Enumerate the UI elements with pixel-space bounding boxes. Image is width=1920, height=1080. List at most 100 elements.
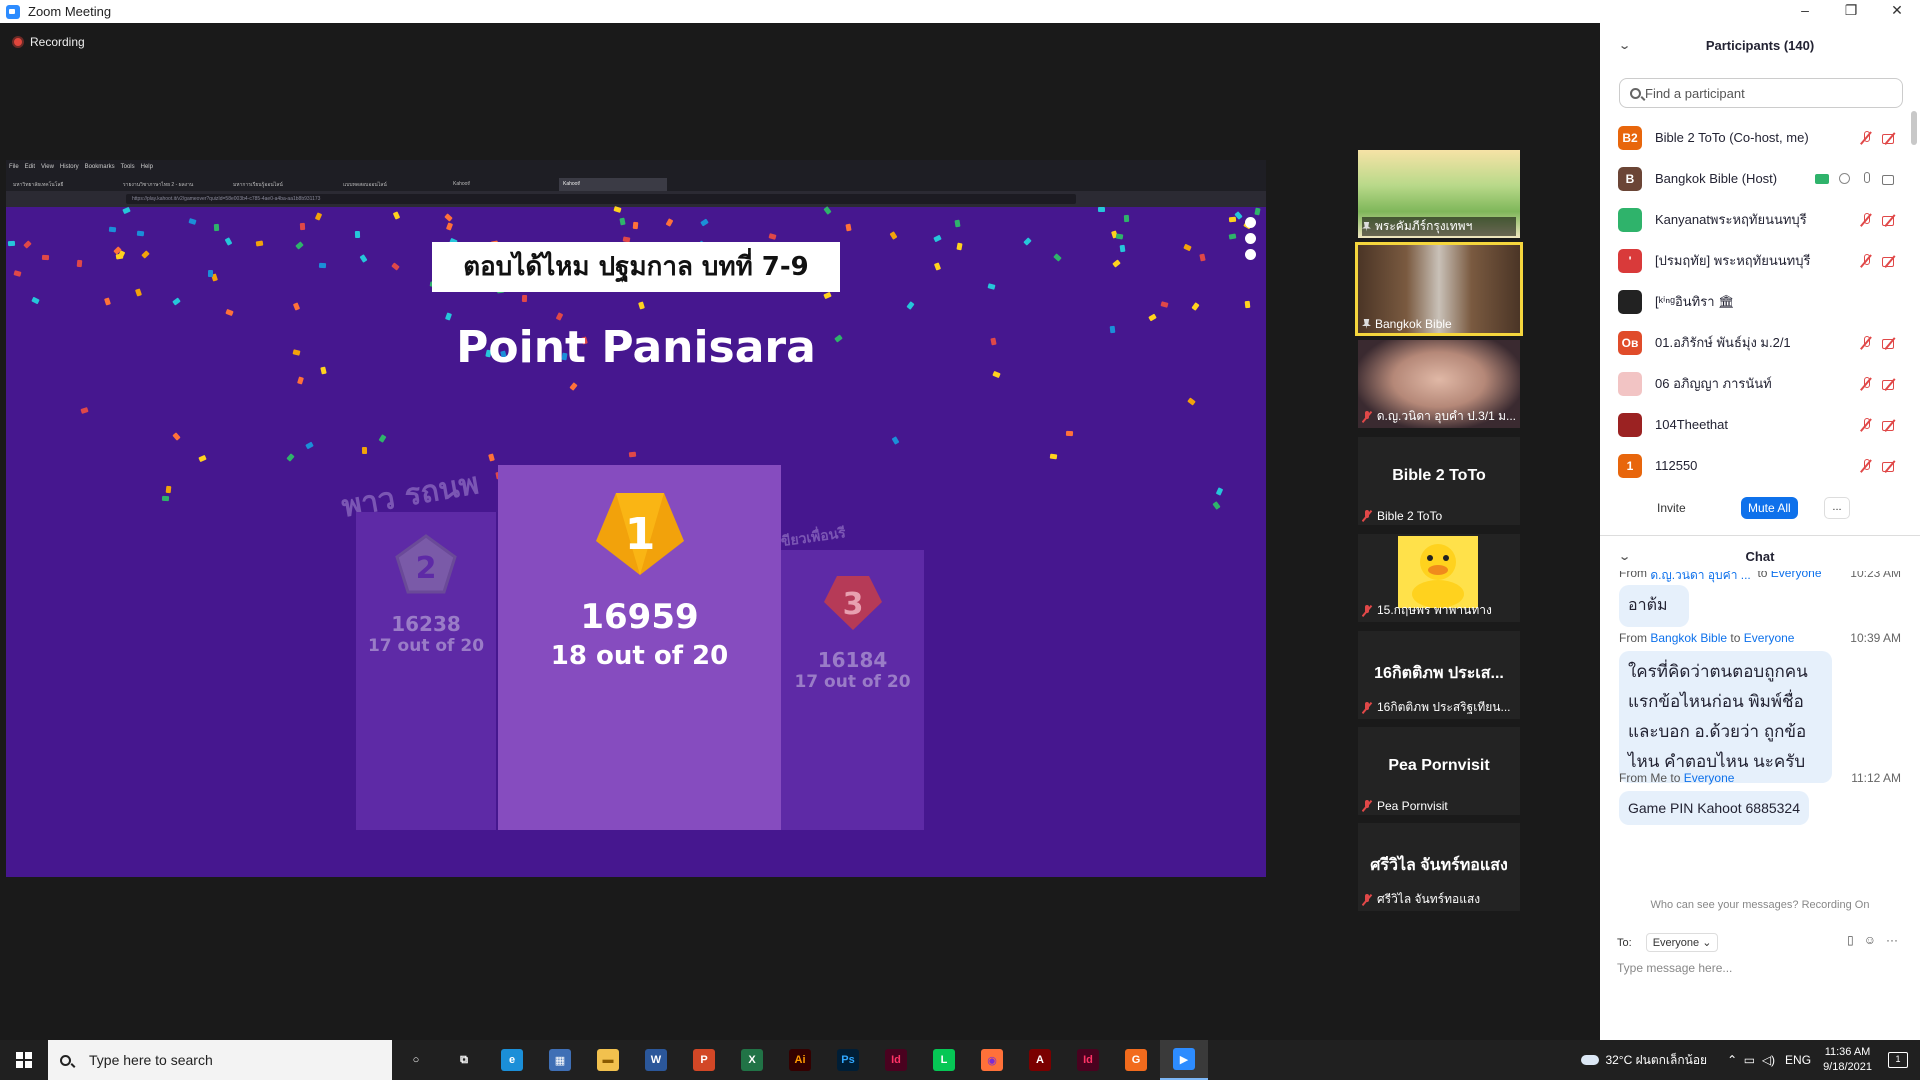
zoom-icon[interactable]: ▶ bbox=[1160, 1040, 1208, 1080]
firefox-icon[interactable]: ◉ bbox=[968, 1040, 1016, 1080]
file-explorer-icon[interactable]: ▬ bbox=[584, 1040, 632, 1080]
taskbar-search-input[interactable]: Type here to search bbox=[48, 1040, 392, 1080]
participant-row[interactable]: ' [ปรมฤทัย] พระหฤทัยนนทบุรี bbox=[1600, 240, 1920, 281]
photoshop-icon[interactable]: Ps bbox=[824, 1040, 872, 1080]
mic-muted-icon[interactable] bbox=[1860, 335, 1872, 350]
video-tile[interactable]: 16กิตติภพ ประเส... 16กิตติภพ ประสริฐเทีย… bbox=[1358, 631, 1520, 719]
network-icon[interactable]: ▭ bbox=[1744, 1053, 1755, 1067]
language-indicator[interactable]: ENG bbox=[1785, 1053, 1811, 1067]
participant-row[interactable]: 1 112550 bbox=[1600, 445, 1920, 486]
video-tile[interactable]: 15.กฤษพร พาพานทาง bbox=[1358, 534, 1520, 622]
confetti-piece bbox=[956, 242, 963, 251]
chat-recipient-value: Everyone bbox=[1652, 937, 1700, 949]
podium-3-correct: 17 out of 20 bbox=[794, 672, 911, 692]
indesign-icon[interactable]: Id bbox=[872, 1040, 920, 1080]
browser-menu-view: View bbox=[41, 164, 54, 170]
acrobat-icon-glyph: A bbox=[1029, 1049, 1051, 1071]
participant-row[interactable]: Ов 01.อภิรักษ์ พันธ์มุ่ง ม.2/1 bbox=[1600, 322, 1920, 363]
mic-icon[interactable] bbox=[1860, 171, 1872, 186]
video-icon[interactable] bbox=[1882, 173, 1898, 185]
participant-row[interactable]: [ᵏⁱⁿᵍอินทิรา 🏛 bbox=[1600, 281, 1920, 322]
cortana-icon[interactable]: ○ bbox=[392, 1040, 440, 1080]
chat-visibility-notice[interactable]: Who can see your messages? Recording On bbox=[1600, 899, 1920, 911]
confetti-piece bbox=[361, 446, 368, 455]
illustrator-icon[interactable]: Ai bbox=[776, 1040, 824, 1080]
mic-muted-icon[interactable] bbox=[1860, 458, 1872, 473]
confetti-piece bbox=[700, 218, 709, 227]
emoji-icon[interactable]: ☺ bbox=[1864, 933, 1876, 947]
participant-avatar bbox=[1618, 207, 1642, 232]
confetti-piece bbox=[359, 254, 368, 263]
excel-icon[interactable]: X bbox=[728, 1040, 776, 1080]
confetti-piece bbox=[1191, 302, 1200, 311]
mic-muted-icon[interactable] bbox=[1860, 212, 1872, 227]
participant-row[interactable]: 104Theethat bbox=[1600, 404, 1920, 445]
tray-overflow-icon[interactable]: ⌃ bbox=[1727, 1053, 1737, 1067]
confetti-piece bbox=[391, 262, 400, 271]
clock[interactable]: 11:36 AM 9/18/2021 bbox=[1823, 1045, 1872, 1075]
mic-muted-icon[interactable] bbox=[1860, 253, 1872, 268]
video-off-icon[interactable] bbox=[1882, 419, 1898, 431]
video-off-icon[interactable] bbox=[1882, 214, 1898, 226]
video-tile[interactable]: Bible 2 ToTo Bible 2 ToTo bbox=[1358, 437, 1520, 525]
chat-sender[interactable]: Bangkok Bible bbox=[1650, 631, 1727, 645]
line-icon[interactable]: L bbox=[920, 1040, 968, 1080]
chat-message-input[interactable]: Type message here... bbox=[1617, 961, 1732, 975]
weather-widget[interactable]: 32°C ฝนตกเล็กน้อย bbox=[1581, 1051, 1707, 1070]
confetti-piece bbox=[141, 250, 150, 259]
word-icon[interactable]: W bbox=[632, 1040, 680, 1080]
mic-muted-icon[interactable] bbox=[1860, 376, 1872, 391]
more-button[interactable]: ... bbox=[1824, 497, 1850, 519]
participant-avatar bbox=[1618, 412, 1642, 437]
participant-row[interactable]: 06 อภิญญา ภารนันท์ bbox=[1600, 363, 1920, 404]
mute-all-button[interactable]: Mute All bbox=[1741, 497, 1798, 519]
edge-icon[interactable]: e bbox=[488, 1040, 536, 1080]
restore-button[interactable]: ❐ bbox=[1828, 0, 1874, 23]
video-off-icon[interactable] bbox=[1882, 337, 1898, 349]
more-options-icon[interactable]: ··· bbox=[1886, 933, 1898, 947]
recording-indicator[interactable]: Recording bbox=[12, 35, 85, 49]
video-tile-active-speaker[interactable]: Bangkok Bible bbox=[1355, 242, 1523, 336]
podium-3-rank: 3 bbox=[842, 587, 863, 622]
chat-recipient: Everyone bbox=[1770, 571, 1822, 580]
shared-browser-menubar: File Edit View History Bookmarks Tools H… bbox=[6, 160, 1266, 174]
confetti-piece bbox=[1244, 300, 1251, 309]
chat-collapse-icon[interactable]: ⌄ bbox=[1618, 550, 1631, 563]
indesign-icon-2[interactable]: Id bbox=[1064, 1040, 1112, 1080]
video-off-icon[interactable] bbox=[1882, 460, 1898, 472]
participant-row[interactable]: B Bangkok Bible (Host) bbox=[1600, 158, 1920, 199]
participant-search-input[interactable]: Find a participant bbox=[1619, 78, 1903, 108]
participants-collapse-icon[interactable]: ⌄ bbox=[1618, 39, 1631, 52]
chat-recipient: Everyone bbox=[1683, 771, 1735, 785]
volume-icon[interactable]: ◁) bbox=[1762, 1053, 1775, 1067]
close-button[interactable]: ✕ bbox=[1874, 0, 1920, 23]
task-view-icon[interactable]: ⧉ bbox=[440, 1040, 488, 1080]
video-tile[interactable]: ด.ญ.วนิดา อุบคำ ป.3/1 ม... bbox=[1358, 340, 1520, 428]
invite-button[interactable]: Invite bbox=[1646, 497, 1697, 519]
video-off-icon[interactable] bbox=[1882, 378, 1898, 390]
start-button[interactable] bbox=[0, 1040, 48, 1080]
notification-icon[interactable]: 1 bbox=[1888, 1052, 1908, 1068]
confetti-piece bbox=[906, 301, 915, 310]
g-app-icon[interactable]: G bbox=[1112, 1040, 1160, 1080]
calculator-icon[interactable]: ▦ bbox=[536, 1040, 584, 1080]
video-off-icon[interactable] bbox=[1882, 255, 1898, 267]
video-tile[interactable]: ศรีวิไล จันทร์ทอแสง ศรีวิไล จันทร์ทอแสง bbox=[1358, 823, 1520, 911]
acrobat-icon[interactable]: A bbox=[1016, 1040, 1064, 1080]
chat-recipient-dropdown[interactable]: Everyone ⌄ bbox=[1645, 933, 1719, 952]
mic-muted-icon[interactable] bbox=[1860, 130, 1872, 145]
mic-muted-icon[interactable] bbox=[1860, 417, 1872, 432]
clock-date: 9/18/2021 bbox=[1823, 1061, 1872, 1073]
video-off-icon[interactable] bbox=[1882, 132, 1898, 144]
video-tile[interactable]: Pea Pornvisit Pea Pornvisit bbox=[1358, 727, 1520, 815]
right-sidebar: ⌄ Participants (140) Find a participant … bbox=[1600, 23, 1920, 1040]
participant-row[interactable]: B2 Bible 2 ToTo (Co-host, me) bbox=[1600, 117, 1920, 158]
shared-screen[interactable]: File Edit View History Bookmarks Tools H… bbox=[6, 160, 1266, 877]
minimize-button[interactable]: – bbox=[1782, 0, 1828, 23]
clock-time: 11:36 AM bbox=[1824, 1046, 1871, 1058]
participant-row[interactable]: Kanyanatพระหฤทัยนนทบุรี bbox=[1600, 199, 1920, 240]
chat-sender[interactable]: ด.ญ.วนิดา อุบคำ ... bbox=[1650, 571, 1750, 585]
powerpoint-icon[interactable]: P bbox=[680, 1040, 728, 1080]
video-tile[interactable]: พระคัมภีร์กรุงเทพฯ bbox=[1358, 150, 1520, 238]
file-icon[interactable]: ▯ bbox=[1847, 933, 1854, 947]
